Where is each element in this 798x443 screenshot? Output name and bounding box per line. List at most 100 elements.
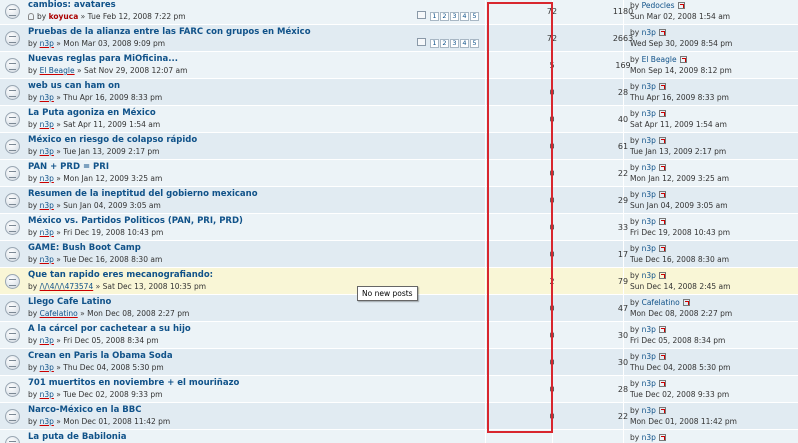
topic-author-link[interactable]: n3p <box>40 93 54 102</box>
view-latest-post-icon[interactable] <box>658 29 666 36</box>
last-post-cell: by Cafelatino Mon Dec 08, 2008 2:27 pm <box>625 295 798 321</box>
topic-cell: La puta de Babilonia <box>0 430 486 443</box>
topic-author-link[interactable]: n3p <box>40 363 54 372</box>
views-cell: 29 <box>554 187 628 213</box>
page-link[interactable]: 1 <box>430 12 439 21</box>
page-link[interactable]: 4 <box>460 12 469 21</box>
last-post-cell: by n3p Sun Dec 14, 2008 2:45 am <box>625 268 798 294</box>
last-post-user-link[interactable]: n3p <box>642 433 656 442</box>
view-latest-post-icon[interactable] <box>658 380 666 387</box>
last-post-user-link[interactable]: El Beagle <box>642 55 677 64</box>
topic-author-link[interactable]: El Beagle <box>40 66 75 75</box>
last-post-user-link[interactable]: n3p <box>642 352 656 361</box>
topic-author-link[interactable]: n3p <box>40 228 54 237</box>
topic-title-link[interactable]: Narco-México en la BBC <box>28 405 141 415</box>
topic-date: » Sat Apr 11, 2009 1:54 am <box>56 120 161 129</box>
by-label: by <box>28 174 38 183</box>
view-latest-post-icon[interactable] <box>658 272 666 279</box>
last-post-cell: by n3p Sat Apr 11, 2009 1:54 am <box>625 106 798 132</box>
topic-author-link[interactable]: n3p <box>40 336 54 345</box>
last-post-user-link[interactable]: n3p <box>642 406 656 415</box>
topic-title-link[interactable]: Crean en Paris la Obama Soda <box>28 351 173 361</box>
last-post-user-link[interactable]: n3p <box>642 82 656 91</box>
page-link[interactable]: 2 <box>440 12 449 21</box>
page-link[interactable]: 3 <box>450 12 459 21</box>
topic-title-link[interactable]: La Puta agoniza en México <box>28 108 156 118</box>
view-latest-post-icon[interactable] <box>658 326 666 333</box>
topic-title-link[interactable]: 701 muertitos en noviembre + el mouriñaz… <box>28 378 239 388</box>
replies-cell: 0 <box>487 322 555 348</box>
last-post-user-link[interactable]: n3p <box>642 28 656 37</box>
pages-icon <box>417 38 426 46</box>
views-cell: 79 <box>554 268 628 294</box>
topic-author-link[interactable]: n3p <box>40 120 54 129</box>
topic-author-link[interactable]: Cafelatino <box>40 309 78 318</box>
page-link[interactable]: 1 <box>430 39 439 48</box>
page-link[interactable]: 5 <box>470 12 479 21</box>
topic-author-link[interactable]: /\/\4/\/\473574 <box>40 282 94 291</box>
topic-meta: by n3p » Mon Mar 03, 2008 9:09 pm <box>28 39 165 48</box>
by-label: by <box>630 136 640 145</box>
topic-title-link[interactable]: GAME: Bush Boot Camp <box>28 243 141 253</box>
view-latest-post-icon[interactable] <box>679 56 687 63</box>
view-latest-post-icon[interactable] <box>658 218 666 225</box>
view-latest-post-icon[interactable] <box>682 299 690 306</box>
topic-date: » Sun Jan 04, 2009 3:05 am <box>56 201 161 210</box>
last-post-user-link[interactable]: n3p <box>642 190 656 199</box>
replies-cell: 0 <box>487 133 555 159</box>
page-link[interactable]: 5 <box>470 39 479 48</box>
topic-title-link[interactable]: Llego Cafe Latino <box>28 297 111 307</box>
topic-status-icon <box>5 355 20 370</box>
last-post-user-link[interactable]: n3p <box>642 217 656 226</box>
topic-author-link[interactable]: n3p <box>40 255 54 264</box>
view-latest-post-icon[interactable] <box>658 110 666 117</box>
topic-author-link[interactable]: n3p <box>40 147 54 156</box>
view-latest-post-icon[interactable] <box>658 137 666 144</box>
view-latest-post-icon[interactable] <box>658 245 666 252</box>
topic-title-link[interactable]: Nuevas reglas para MiOficina... <box>28 54 178 64</box>
last-post-user-link[interactable]: Pedocles <box>642 1 675 10</box>
last-post-user-link[interactable]: n3p <box>642 325 656 334</box>
last-post-user-link[interactable]: n3p <box>642 109 656 118</box>
last-post-user-link[interactable]: n3p <box>642 136 656 145</box>
topic-author-link[interactable]: n3p <box>40 39 54 48</box>
view-latest-post-icon[interactable] <box>658 434 666 441</box>
view-latest-post-icon[interactable] <box>677 2 685 9</box>
topic-title-link[interactable]: A la cárcel por cachetear a su hijo <box>28 324 191 334</box>
views-cell: 169 <box>554 52 631 78</box>
page-link[interactable]: 4 <box>460 39 469 48</box>
topic-author-link[interactable]: n3p <box>40 417 54 426</box>
topic-author-link[interactable]: koyuca <box>49 12 79 21</box>
topic-title-link[interactable]: Que tan rapido eres mecanografiando: <box>28 270 213 280</box>
last-post-user-link[interactable]: n3p <box>642 163 656 172</box>
view-latest-post-icon[interactable] <box>658 191 666 198</box>
last-post-date: Sun Jan 04, 2009 3:05 am <box>630 201 728 210</box>
view-latest-post-icon[interactable] <box>658 353 666 360</box>
page-link[interactable]: 2 <box>440 39 449 48</box>
last-post-user-link[interactable]: n3p <box>642 271 656 280</box>
page-link[interactable]: 3 <box>450 39 459 48</box>
topic-author-link[interactable]: n3p <box>40 390 54 399</box>
topic-title-link[interactable]: Resumen de la ineptitud del gobierno mex… <box>28 189 258 199</box>
topic-title-link[interactable]: PAN + PRD = PRI <box>28 162 109 172</box>
topic-title-link[interactable]: web us can ham on <box>28 81 120 91</box>
topic-meta: by n3p » Fri Dec 05, 2008 8:34 pm <box>28 336 159 345</box>
last-post-user-link[interactable]: Cafelatino <box>642 298 680 307</box>
last-post-user-link[interactable]: n3p <box>642 379 656 388</box>
replies-cell: 0 <box>487 160 555 186</box>
topic-author-link[interactable]: n3p <box>40 201 54 210</box>
view-latest-post-icon[interactable] <box>658 83 666 90</box>
topic-title-link[interactable]: México vs. Partidos Politicos (PAN, PRI,… <box>28 216 243 226</box>
replies-cell: 0 <box>487 106 555 132</box>
view-latest-post-icon[interactable] <box>658 407 666 414</box>
view-latest-post-icon[interactable] <box>658 164 666 171</box>
topic-title-link[interactable]: México en riesgo de colapso rápido <box>28 135 197 145</box>
last-post-author: by n3p <box>630 190 666 199</box>
topic-title-link[interactable]: cambios: avatares <box>28 0 116 10</box>
topic-title-link[interactable]: La puta de Babilonia <box>28 432 126 442</box>
topic-title-link[interactable]: Pruebas de la alianza entre las FARC con… <box>28 27 311 37</box>
by-label: by <box>28 309 38 318</box>
topic-author-link[interactable]: n3p <box>40 174 54 183</box>
last-post-cell: by n3p Fri Dec 19, 2008 10:43 pm <box>625 214 798 240</box>
last-post-user-link[interactable]: n3p <box>642 244 656 253</box>
